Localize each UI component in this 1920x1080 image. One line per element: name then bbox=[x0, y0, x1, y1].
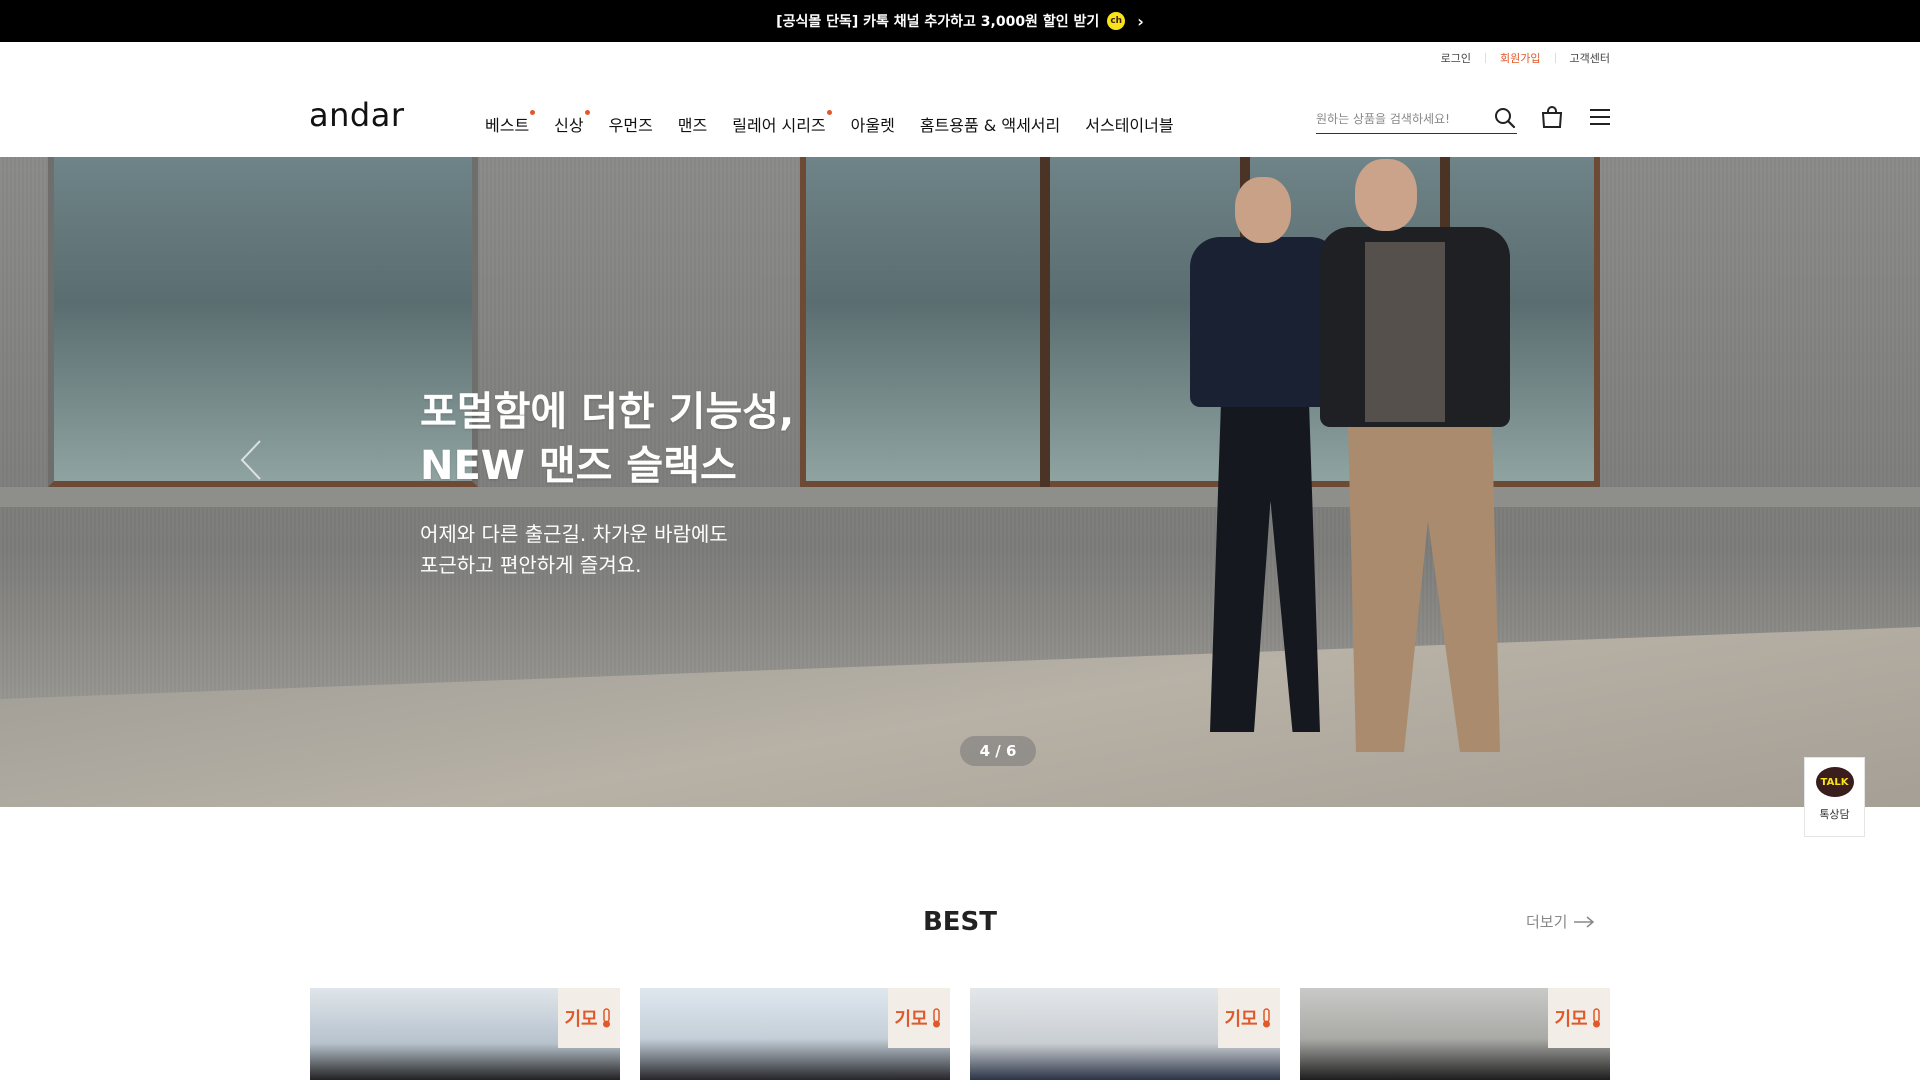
chevron-left-icon[interactable] bbox=[236, 437, 266, 483]
main-header: andar 베스트 신상 우먼즈 맨즈 릴레어 시리즈 아울렛 홈트용품 & 액… bbox=[0, 92, 1920, 152]
product-card[interactable]: 기모 bbox=[310, 988, 620, 1080]
hero-subtitle: 어제와 다른 출근길. 차가운 바람에도 포근하고 편안하게 즐겨요. bbox=[420, 519, 794, 581]
kakao-channel-icon: ch bbox=[1107, 12, 1126, 30]
customer-center-link[interactable]: 고객센터 bbox=[1570, 50, 1610, 66]
hero-ledge bbox=[0, 487, 1920, 507]
badge-label: 기모 bbox=[1554, 1009, 1588, 1030]
new-dot bbox=[530, 110, 536, 115]
nav-item-sustainable[interactable]: 서스테이너블 bbox=[1085, 112, 1173, 136]
kakao-talk-icon: TALK bbox=[1815, 767, 1854, 797]
talk-consult-button[interactable]: TALK 톡상담 bbox=[1804, 757, 1865, 837]
divider bbox=[1485, 53, 1487, 63]
chevron-right-icon: › bbox=[1137, 11, 1144, 31]
nav-label: 신상 bbox=[554, 116, 584, 135]
nav-item-home-training[interactable]: 홈트용품 & 액세서리 bbox=[920, 112, 1060, 136]
hero-banner[interactable]: 포멀함에 더한 기능성, NEW 맨즈 슬랙스 어제와 다른 출근길. 차가운 … bbox=[0, 157, 1920, 807]
shopping-bag-icon[interactable] bbox=[1540, 105, 1564, 129]
promo-text: [공식몰 단독] 카톡 채널 추가하고 3,000원 할인 받기 bbox=[776, 14, 1100, 30]
badge-label: 기모 bbox=[1224, 1009, 1258, 1030]
product-card[interactable]: 기모 bbox=[1300, 988, 1610, 1080]
login-link[interactable]: 로그인 bbox=[1441, 50, 1471, 66]
thermometer-icon bbox=[1262, 1008, 1270, 1028]
nav-label: 서스테이너블 bbox=[1085, 116, 1174, 135]
product-card[interactable]: 기모 bbox=[970, 988, 1280, 1080]
search-box bbox=[1316, 104, 1517, 134]
logo[interactable]: andar bbox=[309, 96, 404, 134]
hamburger-menu-icon[interactable] bbox=[1588, 106, 1612, 128]
nav-item-mens[interactable]: 맨즈 bbox=[678, 112, 707, 136]
nav-label: 우먼즈 bbox=[608, 116, 653, 135]
nav-label: 맨즈 bbox=[677, 116, 708, 135]
section-title: BEST bbox=[922, 907, 998, 937]
search-icon[interactable] bbox=[1493, 106, 1517, 130]
nav-item-outlet[interactable]: 아울렛 bbox=[851, 112, 895, 136]
fleece-badge: 기모 bbox=[558, 988, 620, 1048]
hero-subtitle-line: 포근하고 편안하게 즐겨요. bbox=[420, 553, 642, 577]
product-card[interactable]: 기모 bbox=[640, 988, 950, 1080]
nav-item-series[interactable]: 릴레어 시리즈 bbox=[732, 110, 832, 136]
nav-label: 베스트 bbox=[485, 116, 530, 135]
divider bbox=[1554, 53, 1556, 63]
product-list: 기모 기모 기모 기모 bbox=[310, 988, 1610, 1080]
hero-title: 포멀함에 더한 기능성, NEW 맨즈 슬랙스 bbox=[420, 385, 794, 493]
new-dot bbox=[584, 110, 590, 115]
thermometer-icon bbox=[932, 1008, 940, 1028]
utility-links: 로그인 회원가입 고객센터 bbox=[1441, 50, 1610, 66]
hero-title-line: 포멀함에 더한 기능성, bbox=[420, 389, 795, 435]
promo-banner[interactable]: [공식몰 단독] 카톡 채널 추가하고 3,000원 할인 받기 ch › bbox=[0, 0, 1920, 42]
nav-item-best[interactable]: 베스트 bbox=[485, 110, 536, 136]
search-input[interactable] bbox=[1316, 111, 1486, 126]
hero-title-line: NEW 맨즈 슬랙스 bbox=[420, 443, 737, 489]
talk-label: 톡상담 bbox=[1819, 808, 1850, 821]
thermometer-icon bbox=[602, 1008, 610, 1028]
new-dot bbox=[826, 110, 832, 115]
nav-label: 홈트용품 & 액세서리 bbox=[919, 116, 1061, 135]
fleece-badge: 기모 bbox=[1218, 988, 1280, 1048]
badge-label: 기모 bbox=[894, 1009, 928, 1030]
main-nav: 베스트 신상 우먼즈 맨즈 릴레어 시리즈 아울렛 홈트용품 & 액세서리 서스… bbox=[485, 110, 1199, 136]
more-label: 더보기 bbox=[1526, 913, 1568, 931]
thermometer-icon bbox=[1592, 1008, 1600, 1028]
hero-copy: 포멀함에 더한 기능성, NEW 맨즈 슬랙스 어제와 다른 출근길. 차가운 … bbox=[420, 385, 794, 581]
nav-item-new[interactable]: 신상 bbox=[554, 110, 590, 136]
nav-label: 아울렛 bbox=[850, 116, 895, 135]
nav-item-womens[interactable]: 우먼즈 bbox=[609, 112, 653, 136]
signup-link[interactable]: 회원가입 bbox=[1500, 50, 1540, 66]
nav-label: 릴레어 시리즈 bbox=[732, 116, 826, 135]
arrow-right-icon bbox=[1574, 915, 1595, 928]
hero-subtitle-line: 어제와 다른 출근길. 차가운 바람에도 bbox=[420, 522, 728, 546]
fleece-badge: 기모 bbox=[1548, 988, 1610, 1048]
slide-pager: 4 / 6 bbox=[960, 736, 1036, 766]
more-link[interactable]: 더보기 bbox=[1526, 911, 1595, 932]
hero-window-frame bbox=[1040, 157, 1050, 487]
badge-label: 기모 bbox=[564, 1009, 598, 1030]
fleece-badge: 기모 bbox=[888, 988, 950, 1048]
